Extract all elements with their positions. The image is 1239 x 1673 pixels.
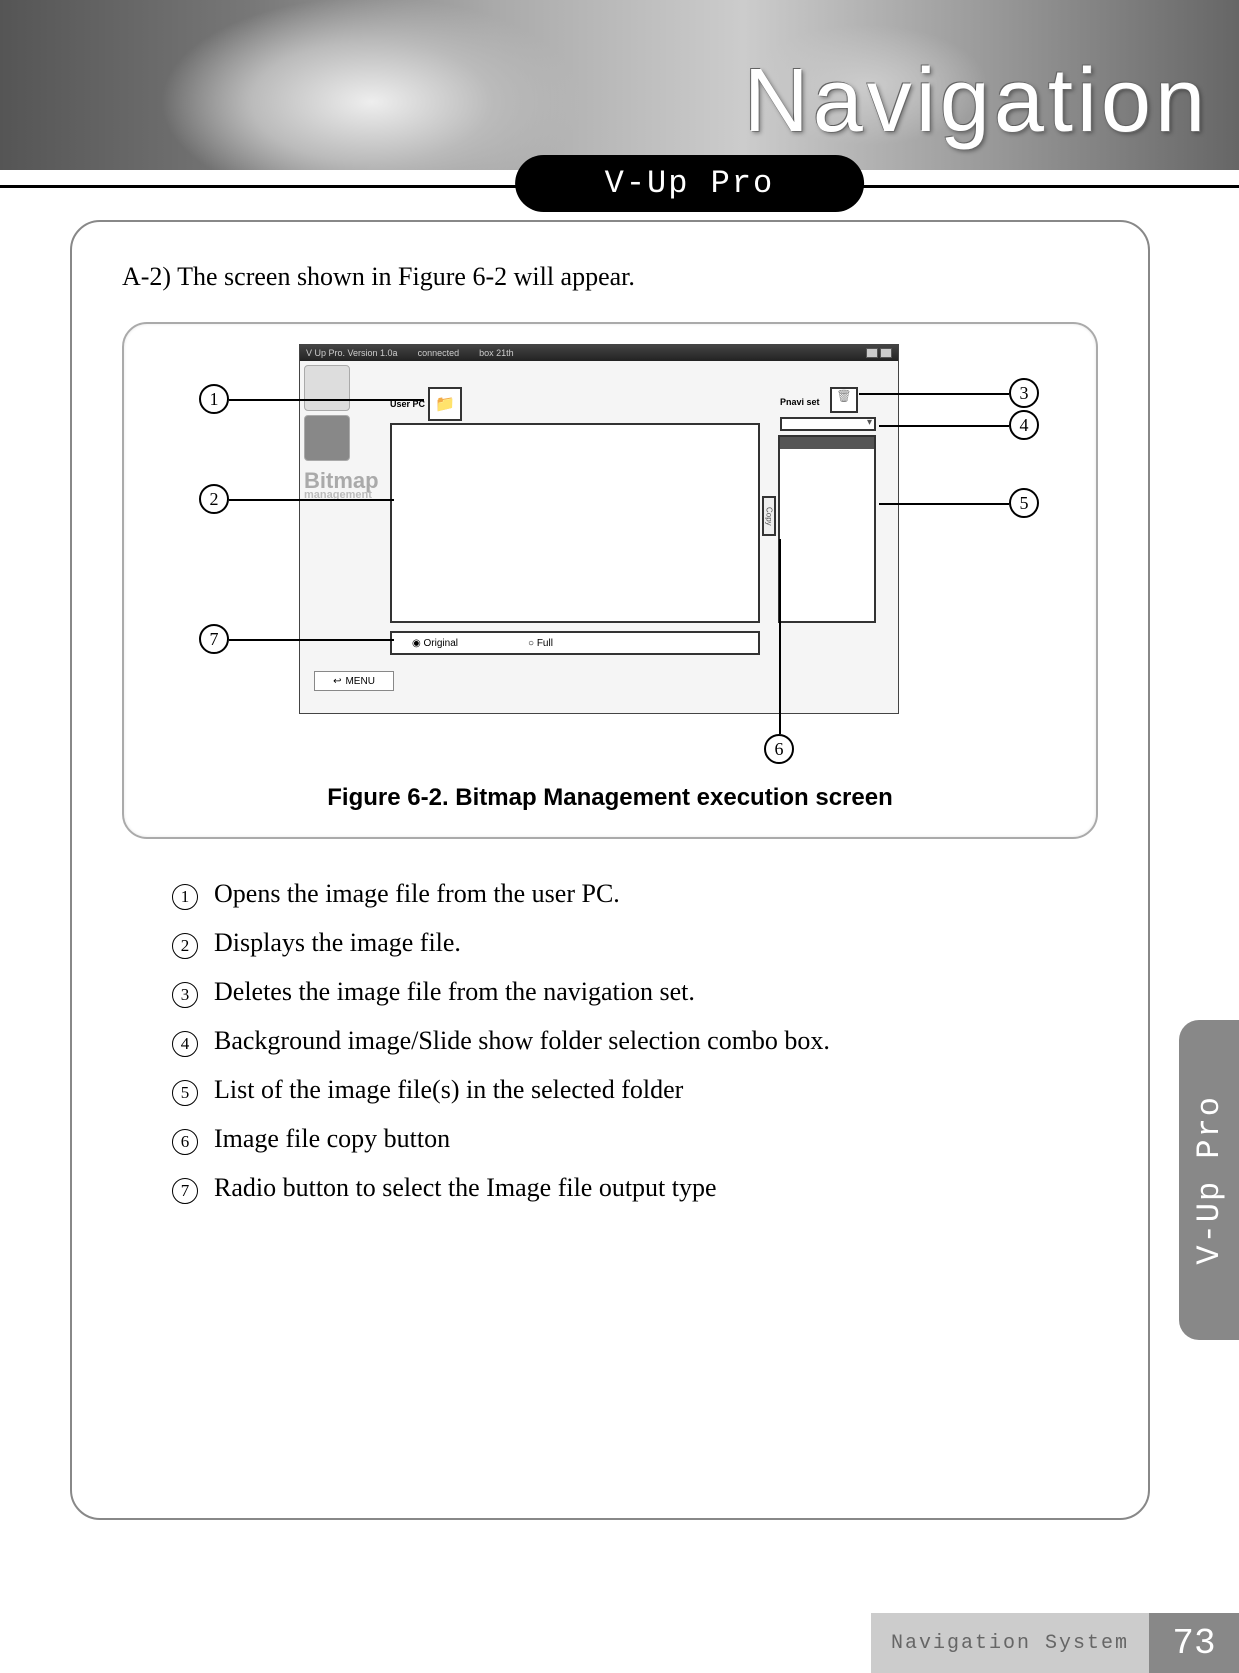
box-text: box 21th: [479, 348, 514, 358]
page-number: 73: [1149, 1613, 1239, 1673]
side-tab: V-Up Pro: [1179, 1020, 1239, 1340]
menu-icon: ↩: [333, 676, 341, 687]
side-tab-label: V-Up Pro: [1191, 1095, 1228, 1265]
bitmap-label: Bitmap management: [304, 471, 379, 501]
window-title: V Up Pro. Version 1.0a: [306, 348, 398, 358]
output-type-radios: Original Full: [390, 631, 760, 655]
sidebar-icon-1[interactable]: [304, 365, 350, 411]
legend-text: List of the image file(s) in the selecte…: [214, 1075, 683, 1105]
banner-title: Navigation: [744, 50, 1209, 153]
file-list[interactable]: [778, 435, 876, 623]
callout-6: 6: [764, 734, 794, 764]
delete-button[interactable]: 🗑: [830, 387, 858, 413]
close-icon[interactable]: [880, 348, 892, 358]
legend-list: 1 Opens the image file from the user PC.…: [122, 879, 1098, 1204]
legend-item: 3 Deletes the image file from the naviga…: [172, 977, 1098, 1008]
callout-7: 7: [199, 624, 229, 654]
radio-original[interactable]: Original: [412, 638, 458, 649]
legend-text: Radio button to select the Image file ou…: [214, 1173, 717, 1203]
legend-item: 5 List of the image file(s) in the selec…: [172, 1075, 1098, 1106]
callout-4: 4: [1009, 410, 1039, 440]
folder-icon: 📁: [435, 394, 455, 414]
legend-num: 4: [172, 1031, 198, 1057]
legend-num: 5: [172, 1080, 198, 1106]
footer: Navigation System 73: [0, 1613, 1239, 1673]
list-header: [780, 437, 874, 449]
minimize-icon[interactable]: [866, 348, 878, 358]
intro-text: A-2) The screen shown in Figure 6-2 will…: [122, 262, 1098, 292]
figure-box: V Up Pro. Version 1.0a connected box 21t…: [122, 322, 1098, 839]
window-controls: [866, 348, 892, 358]
callout-1-line: [229, 399, 424, 401]
content-frame: A-2) The screen shown in Figure 6-2 will…: [70, 220, 1150, 1520]
legend-text: Opens the image file from the user PC.: [214, 879, 620, 909]
callout-2: 2: [199, 484, 229, 514]
pnavi-label: Pnavi set: [780, 397, 820, 407]
legend-item: 6 Image file copy button: [172, 1124, 1098, 1155]
legend-text: Displays the image file.: [214, 928, 461, 958]
footer-label: Navigation System: [871, 1613, 1149, 1673]
legend-item: 4 Background image/Slide show folder sel…: [172, 1026, 1098, 1057]
callout-5: 5: [1009, 488, 1039, 518]
sidebar-icon-2[interactable]: [304, 415, 350, 461]
screenshot-diagram: V Up Pro. Version 1.0a connected box 21t…: [139, 344, 1081, 774]
legend-text: Background image/Slide show folder selec…: [214, 1026, 830, 1056]
user-pc-label: User PC: [390, 399, 425, 409]
callout-4-line: [879, 425, 1009, 427]
legend-item: 2 Displays the image file.: [172, 928, 1098, 959]
legend-num: 7: [172, 1178, 198, 1204]
callout-2-line: [229, 499, 394, 501]
titlebar: V Up Pro. Version 1.0a connected box 21t…: [300, 345, 898, 361]
callout-1: 1: [199, 384, 229, 414]
legend-num: 6: [172, 1129, 198, 1155]
legend-text: Deletes the image file from the navigati…: [214, 977, 695, 1007]
legend-item: 7 Radio button to select the Image file …: [172, 1173, 1098, 1204]
status-text: connected: [418, 348, 460, 358]
menu-label: MENU: [345, 676, 374, 687]
legend-num: 1: [172, 884, 198, 910]
callout-3-line: [859, 393, 1009, 395]
callout-7-line: [229, 639, 394, 641]
legend-num: 2: [172, 933, 198, 959]
radio-full[interactable]: Full: [528, 638, 553, 649]
callout-3: 3: [1009, 378, 1039, 408]
legend-text: Image file copy button: [214, 1124, 450, 1154]
sidebar-icons: [304, 365, 354, 461]
open-folder-button[interactable]: 📁: [428, 387, 462, 421]
section-pill: V-Up Pro: [515, 155, 865, 212]
folder-combo[interactable]: [780, 417, 876, 431]
copy-button[interactable]: Copy: [762, 496, 776, 536]
callout-5-line: [879, 503, 1009, 505]
image-preview-area: [390, 423, 760, 623]
legend-num: 3: [172, 982, 198, 1008]
callout-6-line: [779, 539, 781, 734]
figure-caption: Figure 6-2. Bitmap Management execution …: [139, 784, 1081, 812]
section-header: V-Up Pro: [0, 155, 1239, 215]
menu-button[interactable]: ↩ MENU: [314, 671, 394, 691]
app-body: Bitmap management User PC 📁 Pnavi set 🗑 …: [300, 361, 898, 713]
legend-item: 1 Opens the image file from the user PC.: [172, 879, 1098, 910]
banner-image: Navigation: [0, 0, 1239, 170]
